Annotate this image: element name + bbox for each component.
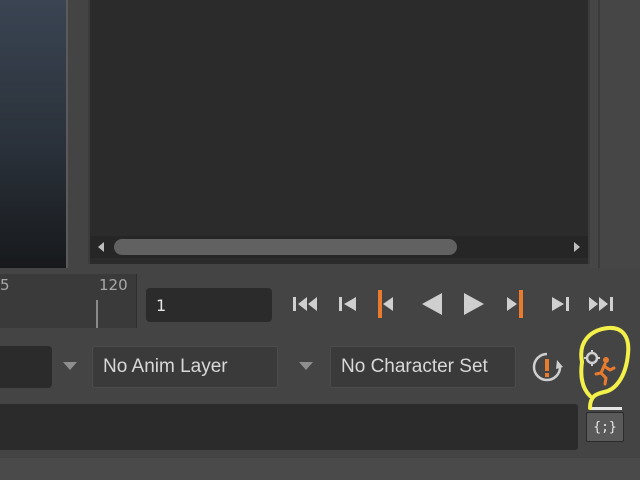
time-slider[interactable]: 5 120 bbox=[0, 274, 137, 328]
scroll-right-arrow-icon[interactable] bbox=[566, 236, 588, 258]
script-editor-button[interactable]: {;} bbox=[586, 407, 624, 442]
step-forward-key-icon bbox=[507, 290, 523, 318]
script-editor-bar bbox=[590, 407, 622, 410]
skip-to-start-icon bbox=[293, 297, 317, 311]
auto-key-icon bbox=[532, 352, 563, 382]
step-forward-icon bbox=[552, 297, 569, 311]
play-forwards-button[interactable] bbox=[456, 286, 492, 322]
scrollbar-thumb[interactable] bbox=[114, 239, 457, 255]
step-forward-key-button[interactable] bbox=[500, 286, 536, 322]
character-set-combo[interactable]: No Character Set bbox=[330, 346, 516, 388]
step-back-key-button[interactable] bbox=[364, 286, 400, 322]
play-backwards-button[interactable] bbox=[414, 286, 450, 322]
running-man-gear-icon bbox=[584, 350, 616, 386]
tick-mark bbox=[96, 300, 98, 328]
play-forwards-icon bbox=[464, 293, 484, 315]
anim-layer-dropdown-icon[interactable] bbox=[60, 356, 80, 376]
go-to-end-button[interactable] bbox=[584, 286, 620, 322]
step-back-frame-button[interactable] bbox=[330, 286, 366, 322]
animation-preferences-button[interactable] bbox=[580, 348, 620, 388]
go-to-start-button[interactable] bbox=[288, 286, 324, 322]
current-frame-field[interactable]: 1 bbox=[146, 288, 272, 322]
auto-key-button[interactable] bbox=[530, 350, 564, 384]
command-line-input[interactable] bbox=[0, 404, 578, 450]
tick-label-120: 120 bbox=[99, 276, 128, 294]
anim-layer-combo[interactable]: No Anim Layer bbox=[92, 346, 278, 388]
skip-to-end-icon bbox=[589, 297, 613, 311]
tick-label-5: 5 bbox=[0, 276, 10, 294]
help-line bbox=[0, 458, 640, 480]
range-field[interactable] bbox=[0, 346, 52, 388]
viewport-panel[interactable] bbox=[0, 0, 68, 268]
character-set-dropdown-icon[interactable] bbox=[296, 356, 316, 376]
play-backwards-icon bbox=[422, 293, 442, 315]
step-forward-frame-button[interactable] bbox=[542, 286, 578, 322]
horizontal-scrollbar[interactable] bbox=[90, 236, 588, 258]
panel-divider[interactable] bbox=[598, 0, 600, 268]
graph-editor-panel[interactable] bbox=[88, 0, 590, 264]
step-back-icon bbox=[339, 297, 356, 311]
step-back-key-icon bbox=[378, 290, 393, 318]
scroll-left-arrow-icon[interactable] bbox=[90, 236, 112, 258]
script-editor-label: {;} bbox=[593, 419, 617, 435]
